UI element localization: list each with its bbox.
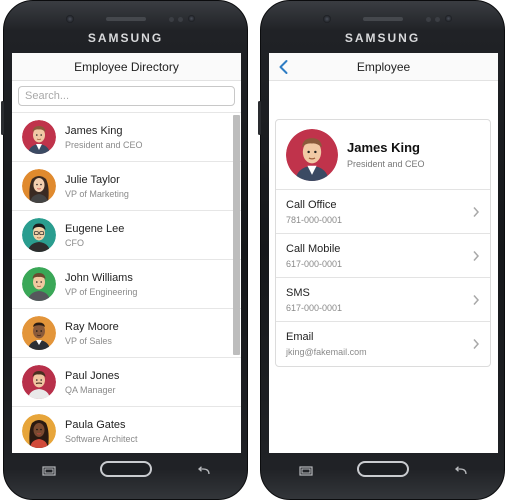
employee-title: VP of Marketing xyxy=(65,188,129,199)
chevron-right-icon xyxy=(473,339,480,349)
earpiece-speaker xyxy=(105,17,146,21)
avatar xyxy=(22,316,56,350)
recent-apps-icon[interactable] xyxy=(42,466,56,476)
email-row[interactable]: Email jking@fakemail.com xyxy=(276,322,490,366)
hardware-keys xyxy=(261,461,504,481)
employee-name: Eugene Lee xyxy=(65,222,125,235)
employee-title: VP of Engineering xyxy=(65,286,138,297)
employee-name: John Williams xyxy=(65,271,133,284)
list-item-paul-jones[interactable]: Paul Jones QA Manager xyxy=(12,358,241,407)
front-camera xyxy=(66,15,74,23)
employee-title: QA Manager xyxy=(65,384,116,395)
home-button[interactable] xyxy=(356,461,409,477)
status-led xyxy=(188,15,195,22)
back-chevron-icon[interactable] xyxy=(277,59,291,75)
page-title: Employee xyxy=(356,59,411,74)
avatar xyxy=(22,365,56,399)
phone-right: SAMSUNG Employee James King President an… xyxy=(258,0,505,500)
light-sensor xyxy=(178,17,183,22)
employee-summary: James King President and CEO xyxy=(276,120,490,190)
volume-button xyxy=(1,101,4,135)
employee-title: Software Architect xyxy=(65,433,138,444)
avatar xyxy=(22,120,56,154)
action-label: Email xyxy=(286,331,314,343)
employee-card: James King President and CEO Call Office… xyxy=(275,119,491,367)
call-mobile-row[interactable]: Call Mobile 617-000-0001 xyxy=(276,234,490,278)
phone-left: SAMSUNG Employee Directory James King Pr… xyxy=(1,0,248,500)
back-key-icon[interactable] xyxy=(454,466,468,476)
directory-header: Employee Directory xyxy=(12,53,241,81)
search-input[interactable] xyxy=(18,86,235,106)
proximity-sensor xyxy=(426,17,431,22)
employee-name: Paula Gates xyxy=(65,418,126,431)
employee-detail-screen: Employee James King President and CEO Ca… xyxy=(269,53,498,453)
list-item-john-williams[interactable]: John Williams VP of Engineering xyxy=(12,260,241,309)
status-led xyxy=(445,15,452,22)
brand-logo: SAMSUNG xyxy=(344,31,421,45)
back-key-icon[interactable] xyxy=(197,466,211,476)
action-value: 781-000-0001 xyxy=(286,215,343,225)
volume-button xyxy=(258,101,261,135)
action-value: 617-000-0001 xyxy=(286,259,343,269)
avatar xyxy=(286,128,338,181)
list-item-eugene-lee[interactable]: Eugene Lee CFO xyxy=(12,211,241,260)
employee-name: Paul Jones xyxy=(65,369,120,382)
chevron-right-icon xyxy=(473,207,480,217)
action-value: jking@fakemail.com xyxy=(286,347,367,357)
call-office-row[interactable]: Call Office 781-000-0001 xyxy=(276,190,490,234)
earpiece-speaker xyxy=(362,17,403,21)
search-bar xyxy=(12,81,241,113)
avatar xyxy=(22,169,56,203)
page-title: Employee Directory xyxy=(74,59,179,74)
employee-title: President and CEO xyxy=(65,139,143,150)
action-label: Call Office xyxy=(286,199,337,211)
list-item-julie-taylor[interactable]: Julie Taylor VP of Marketing xyxy=(12,162,241,211)
avatar xyxy=(22,267,56,301)
chevron-right-icon xyxy=(473,251,480,261)
action-value: 617-000-0001 xyxy=(286,303,343,313)
employee-title: CFO xyxy=(65,237,84,248)
brand-logo: SAMSUNG xyxy=(87,31,164,45)
directory-screen: Employee Directory James King President … xyxy=(12,53,241,453)
proximity-sensor xyxy=(169,17,174,22)
recent-apps-icon[interactable] xyxy=(299,466,313,476)
employee-name: Julie Taylor xyxy=(65,173,120,186)
light-sensor xyxy=(435,17,440,22)
list-item-james-king[interactable]: James King President and CEO xyxy=(12,113,241,162)
action-label: Call Mobile xyxy=(286,243,341,255)
detail-header: Employee xyxy=(269,53,498,81)
avatar xyxy=(22,218,56,252)
scrollbar[interactable] xyxy=(233,115,240,355)
front-camera xyxy=(323,15,331,23)
hardware-keys xyxy=(4,461,247,481)
home-button[interactable] xyxy=(99,461,152,477)
employee-name: James King xyxy=(65,124,123,137)
avatar xyxy=(22,414,56,448)
employee-list: James King President and CEO Julie Taylo… xyxy=(12,113,241,453)
action-label: SMS xyxy=(286,287,310,299)
employee-title: VP of Sales xyxy=(65,335,112,346)
employee-name: James King xyxy=(347,139,420,155)
list-item-ray-moore[interactable]: Ray Moore VP of Sales xyxy=(12,309,241,358)
sms-row[interactable]: SMS 617-000-0001 xyxy=(276,278,490,322)
list-item-paula-gates[interactable]: Paula Gates Software Architect xyxy=(12,407,241,453)
chevron-right-icon xyxy=(473,295,480,305)
employee-name: Ray Moore xyxy=(65,320,119,333)
employee-title: President and CEO xyxy=(347,158,425,169)
